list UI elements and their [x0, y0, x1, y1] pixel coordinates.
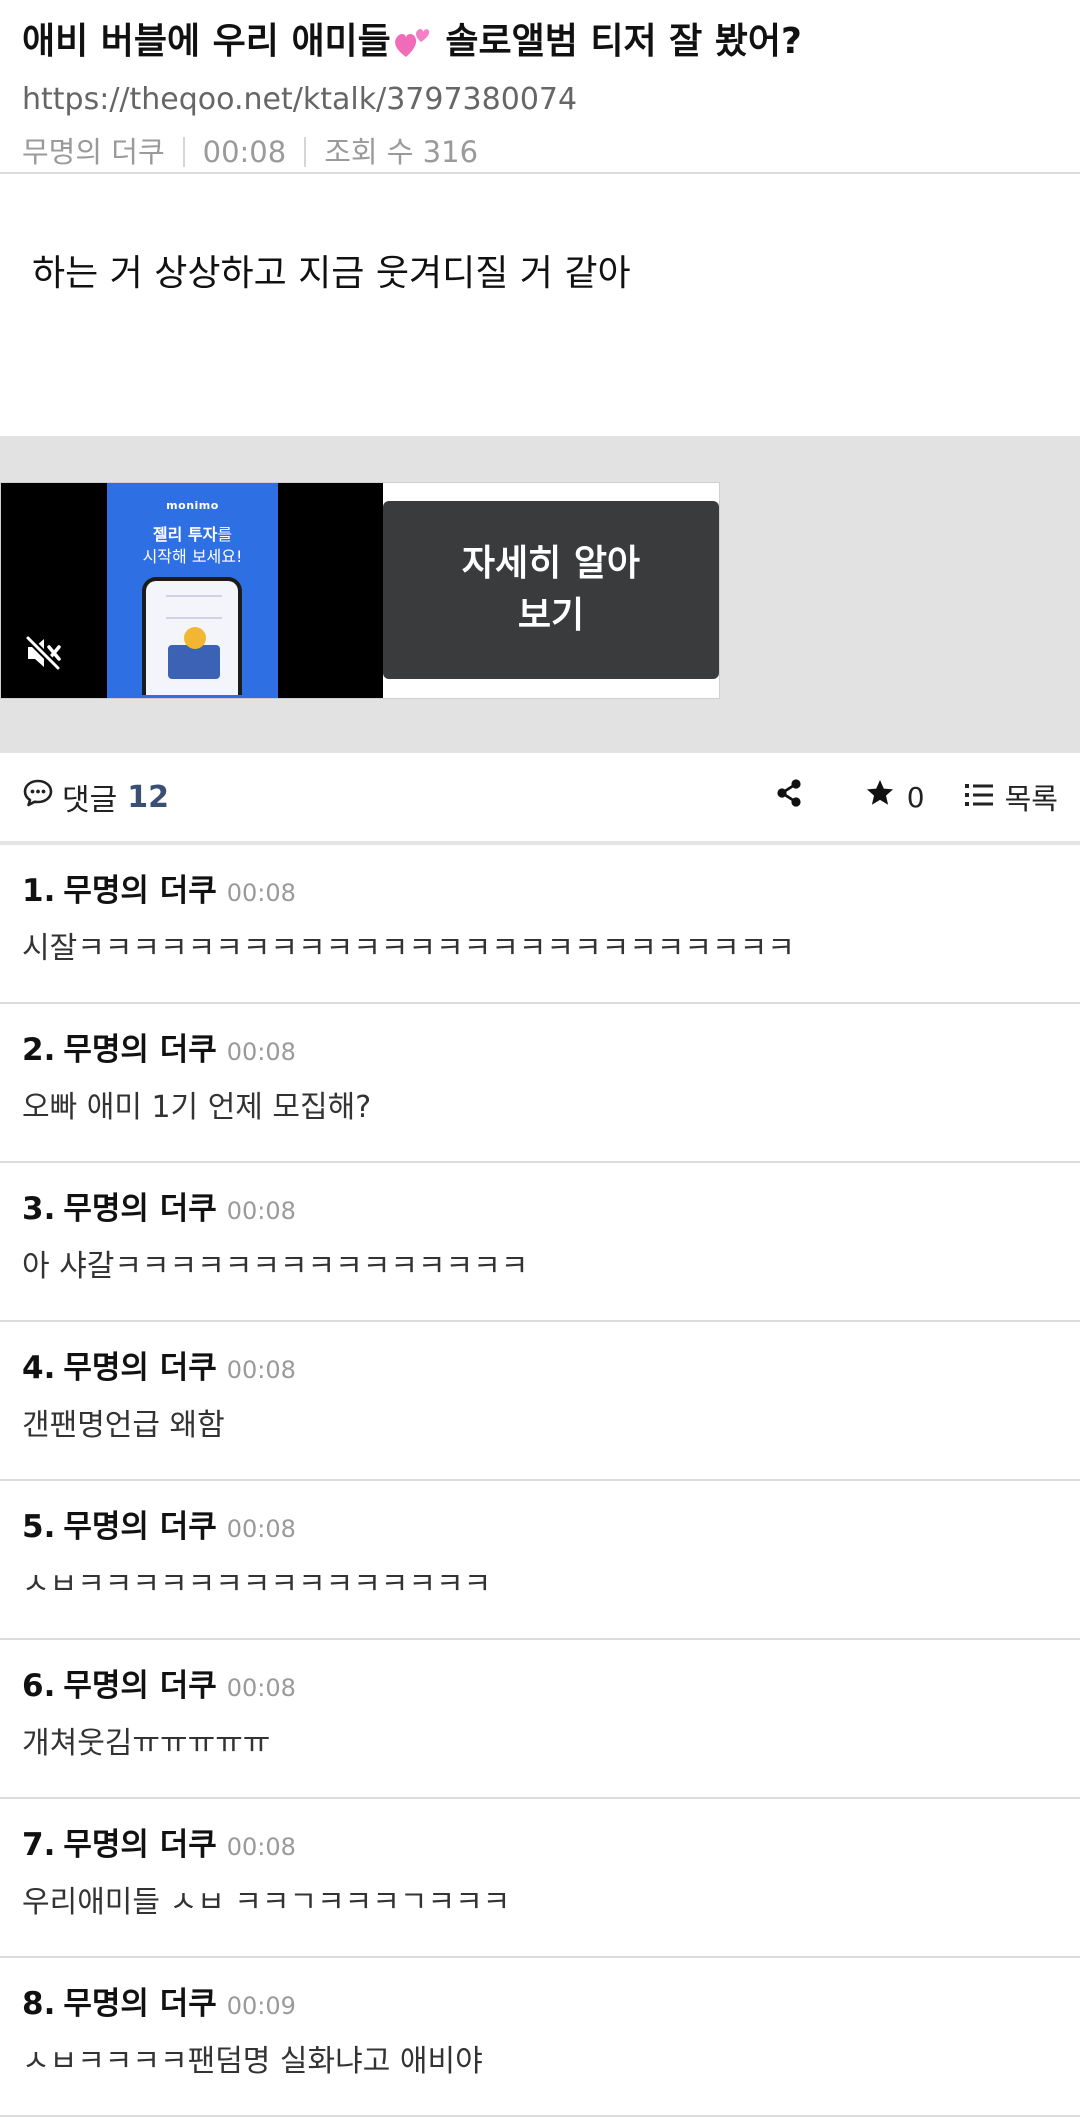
ad-brand: monimo	[166, 499, 219, 512]
comment-item: 1. 무명의 더쿠 00:08 시잘ㅋㅋㅋㅋㅋㅋㅋㅋㅋㅋㅋㅋㅋㅋㅋㅋㅋㅋㅋㅋㅋㅋ…	[0, 845, 1080, 1004]
list-button[interactable]: 목록	[964, 776, 1058, 818]
comment-text: 오빠 애미 1기 언제 모집해?	[22, 1090, 372, 1125]
mute-icon[interactable]	[23, 633, 63, 673]
comment-header: 3. 무명의 더쿠 00:08	[22, 1187, 1058, 1233]
comment-item: 7. 무명의 더쿠 00:08 우리애미들 ㅅㅂ ㅋㅋㄱㅋㅋㅋㄱㅋㅋㅋ	[0, 1799, 1080, 1958]
comment-header: 4. 무명의 더쿠 00:08	[22, 1346, 1058, 1392]
comment-text: ㅅㅂㅋㅋㅋㅋㅋㅋㅋㅋㅋㅋㅋㅋㅋㅋㅋ	[22, 1567, 492, 1602]
ad-headline: 젤리 투자를시작해 보세요!	[107, 524, 278, 568]
post-title-text-end: 솔로앨범 티저 잘 봤어?	[432, 21, 802, 62]
comment-text: 우리애미들 ㅅㅂ ㅋㅋㄱㅋㅋㅋㄱㅋㅋㅋ	[22, 1885, 511, 1920]
comment-author[interactable]: 무명의 더쿠	[63, 869, 216, 913]
ad-headline-bold: 젤리 투자	[152, 525, 218, 544]
ad-learn-more-button[interactable]: 자세히 알아 보기	[383, 501, 719, 679]
share-icon	[775, 778, 803, 816]
comment-number: 2.	[22, 1032, 56, 1068]
comment-item: 3. 무명의 더쿠 00:08 아 샤갈ㅋㅋㅋㅋㅋㅋㅋㅋㅋㅋㅋㅋㅋㅋㅋ	[0, 1163, 1080, 1322]
comment-header: 7. 무명의 더쿠 00:08	[22, 1823, 1058, 1869]
comment-number: 7.	[22, 1827, 56, 1863]
star-count: 0	[906, 780, 925, 814]
comment-text: 아 샤갈ㅋㅋㅋㅋㅋㅋㅋㅋㅋㅋㅋㅋㅋㅋㅋ	[22, 1249, 529, 1284]
share-button[interactable]	[775, 778, 803, 816]
comment-list: 1. 무명의 더쿠 00:08 시잘ㅋㅋㅋㅋㅋㅋㅋㅋㅋㅋㅋㅋㅋㅋㅋㅋㅋㅋㅋㅋㅋㅋ…	[0, 845, 1080, 2117]
comment-text: ㅅㅂㅋㅋㅋㅋ팬덤명 실화냐고 애비야	[22, 2044, 483, 2079]
ad-area: monimo 젤리 투자를시작해 보세요! 자세히 알아 보기	[0, 436, 1080, 753]
comment-toolbar: 댓글 12 0 목록	[0, 753, 1080, 845]
comment-text: 시잘ㅋㅋㅋㅋㅋㅋㅋㅋㅋㅋㅋㅋㅋㅋㅋㅋㅋㅋㅋㅋㅋㅋㅋㅋㅋㅋ	[22, 931, 795, 966]
comment-number: 1.	[22, 873, 56, 909]
comment-number: 5.	[22, 1509, 56, 1545]
comment-time: 00:08	[226, 1038, 296, 1066]
comment-text: 개쳐웃김ㅠㅠㅠㅠㅠ	[22, 1726, 271, 1761]
comment-header: 1. 무명의 더쿠 00:08	[22, 869, 1058, 915]
comment-text: 갠팬명언급 왜함	[22, 1408, 225, 1443]
post-views: 조회 수 316	[324, 135, 479, 169]
ad-video[interactable]: monimo 젤리 투자를시작해 보세요!	[1, 483, 383, 698]
comment-item: 8. 무명의 더쿠 00:09 ㅅㅂㅋㅋㅋㅋ팬덤명 실화냐고 애비야	[0, 1958, 1080, 2117]
ad-unit[interactable]: monimo 젤리 투자를시작해 보세요! 자세히 알아 보기	[0, 482, 720, 699]
comment-item: 5. 무명의 더쿠 00:08 ㅅㅂㅋㅋㅋㅋㅋㅋㅋㅋㅋㅋㅋㅋㅋㅋㅋ	[0, 1481, 1080, 1640]
comment-header: 6. 무명의 더쿠 00:08	[22, 1664, 1058, 1710]
comments-header[interactable]: 댓글 12	[22, 775, 169, 819]
comment-author[interactable]: 무명의 더쿠	[63, 1823, 216, 1867]
ad-headline-line2: 시작해 보세요!	[142, 547, 243, 566]
comment-number: 6.	[22, 1668, 56, 1704]
comments-count: 12	[127, 779, 169, 815]
post-author: 무명의 더쿠	[22, 135, 165, 169]
comment-item: 6. 무명의 더쿠 00:08 개쳐웃김ㅠㅠㅠㅠㅠ	[0, 1640, 1080, 1799]
phone-jar-graphic	[168, 645, 220, 679]
post-header: 애비 버블에 우리 애미들 솔로앨범 티저 잘 봤어? https://theq…	[0, 0, 1080, 174]
list-label: 목록	[1004, 782, 1058, 816]
ad-headline-rest: 를	[217, 525, 233, 544]
phone-illustration	[142, 577, 242, 695]
comment-time: 00:08	[226, 1833, 296, 1861]
post-meta: 무명의 더쿠 00:08 조회 수 316	[22, 132, 1058, 172]
comment-number: 4.	[22, 1350, 56, 1386]
comment-time: 00:08	[226, 1515, 296, 1543]
comments-label: 댓글	[62, 783, 118, 818]
comment-author[interactable]: 무명의 더쿠	[63, 1187, 216, 1231]
comment-number: 8.	[22, 1986, 56, 2022]
comment-number: 3.	[22, 1191, 56, 1227]
comment-bubble-icon	[22, 778, 62, 816]
meta-divider	[182, 137, 185, 167]
list-icon	[964, 780, 993, 815]
post-actions: 0 목록	[775, 776, 1058, 818]
comment-time: 00:08	[226, 1674, 296, 1702]
post-url-link[interactable]: https://theqoo.net/ktalk/3797380074	[22, 80, 1058, 120]
post-title: 애비 버블에 우리 애미들 솔로앨범 티저 잘 봤어?	[22, 18, 1058, 72]
comment-header: 2. 무명의 더쿠 00:08	[22, 1028, 1058, 1074]
phone-text-lines	[166, 595, 222, 619]
star-icon	[865, 778, 895, 816]
two-hearts-icon	[393, 24, 431, 72]
comment-author[interactable]: 무명의 더쿠	[63, 1346, 216, 1390]
comment-time: 00:09	[226, 1992, 296, 2020]
meta-divider	[304, 137, 307, 167]
comment-author[interactable]: 무명의 더쿠	[63, 1982, 216, 2026]
comment-item: 2. 무명의 더쿠 00:08 오빠 애미 1기 언제 모집해?	[0, 1004, 1080, 1163]
post-title-text-start: 애비 버블에 우리 애미들	[22, 21, 391, 62]
post-time: 00:08	[202, 135, 287, 169]
comment-time: 00:08	[226, 879, 296, 907]
comment-author[interactable]: 무명의 더쿠	[63, 1028, 216, 1072]
comment-author[interactable]: 무명의 더쿠	[63, 1664, 216, 1708]
comment-item: 4. 무명의 더쿠 00:08 갠팬명언급 왜함	[0, 1322, 1080, 1481]
star-button[interactable]: 0	[865, 778, 925, 816]
post-body-text: 하는 거 상상하고 지금 웃겨디질 거 같아	[32, 253, 631, 294]
comment-time: 00:08	[226, 1197, 296, 1225]
comment-header: 5. 무명의 더쿠 00:08	[22, 1505, 1058, 1551]
coin-icon	[184, 627, 206, 649]
post-body: 하는 거 상상하고 지금 웃겨디질 거 같아	[0, 174, 1080, 436]
comment-author[interactable]: 무명의 더쿠	[63, 1505, 216, 1549]
comment-time: 00:08	[226, 1356, 296, 1384]
ad-creative[interactable]: monimo 젤리 투자를시작해 보세요!	[107, 483, 278, 698]
comment-header: 8. 무명의 더쿠 00:09	[22, 1982, 1058, 2028]
